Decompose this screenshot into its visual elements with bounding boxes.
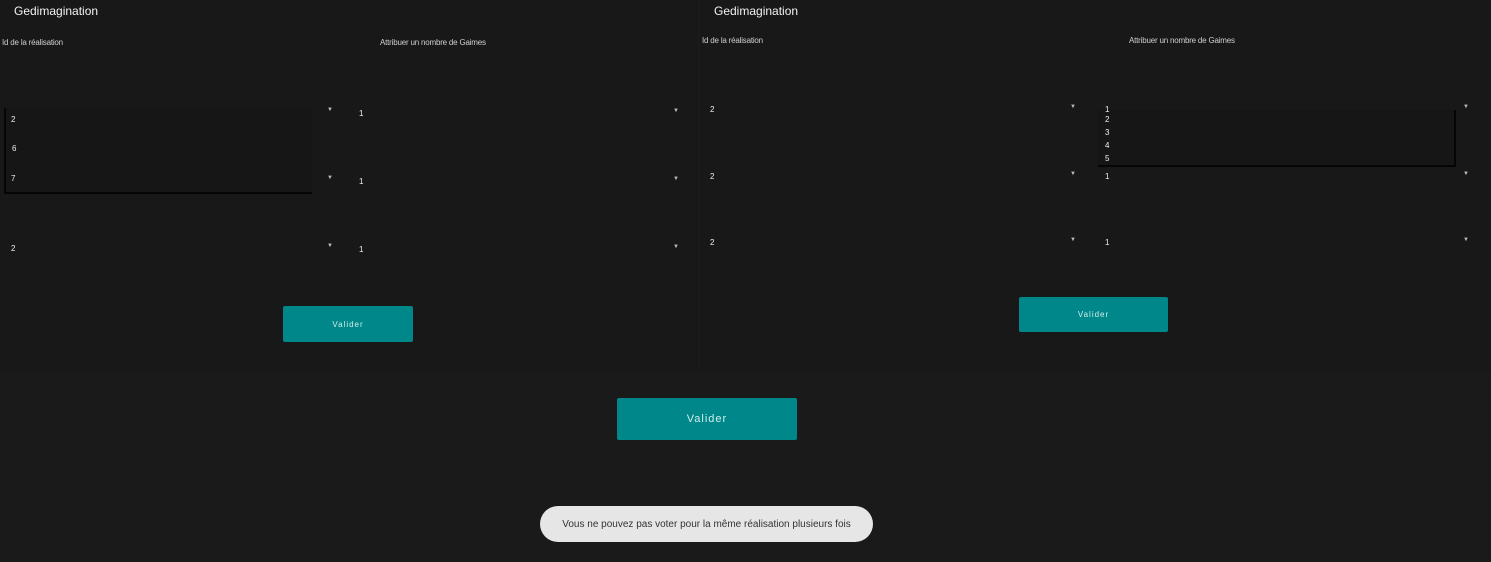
dropdown-arrow-icon: ▼ <box>327 243 333 249</box>
dropdown-option[interactable]: 5 <box>1105 154 1109 163</box>
votes-dropdown-list: 2 3 4 5 <box>1098 110 1456 167</box>
votes-column-label: Attribuer un nombre de Gaimes <box>1129 36 1235 45</box>
votes-spinner-row-3[interactable]: 1 ▼ <box>1105 236 1469 250</box>
dropdown-arrow-icon: ▼ <box>1463 171 1469 177</box>
dropdown-option[interactable]: 6 <box>12 144 16 153</box>
id-column-label: Id de la réalisation <box>2 38 63 47</box>
dropdown-arrow-icon: ▼ <box>673 176 679 182</box>
spinner-value: 1 <box>359 109 364 118</box>
dropdown-arrow-icon: ▼ <box>327 107 333 113</box>
dropdown-option[interactable]: 4 <box>1105 141 1109 150</box>
votes-spinner-row-2[interactable]: 1 ▼ <box>359 175 679 189</box>
spinner-value: 2 <box>710 238 715 247</box>
spinner-value: 7 <box>11 174 16 183</box>
spinner-value: 2 <box>710 172 715 181</box>
spinner-value: 1 <box>1105 172 1110 181</box>
submit-button[interactable]: Valider <box>283 306 413 342</box>
dropdown-arrow-icon: ▼ <box>1463 104 1469 110</box>
dropdown-arrow-icon: ▼ <box>673 108 679 114</box>
dropdown-arrow-icon: ▼ <box>1070 104 1076 110</box>
votes-spinner-row-2[interactable]: 1 ▼ <box>1105 170 1469 184</box>
dropdown-arrow-icon: ▼ <box>1463 237 1469 243</box>
dropdown-arrow-icon: ▼ <box>1070 237 1076 243</box>
left-panel: Gedimagination Id de la réalisation Attr… <box>0 0 698 372</box>
dropdown-option[interactable]: 3 <box>1105 128 1109 137</box>
spinner-value: 2 <box>710 105 715 114</box>
id-spinner-row-1[interactable]: 2 ▼ <box>710 103 1076 117</box>
votes-spinner-row-3[interactable]: 1 ▼ <box>359 243 679 257</box>
id-spinner-row-3[interactable]: 2 ▼ <box>710 236 1076 250</box>
right-panel: Gedimagination Id de la réalisation Attr… <box>700 0 1491 372</box>
submit-button[interactable]: Valider <box>1019 297 1168 332</box>
votes-spinner-row-1[interactable]: 1 ▼ <box>1105 103 1469 117</box>
id-spinner-row-2[interactable]: 7 ▼ <box>11 172 333 186</box>
spinner-value: 1 <box>1105 238 1110 247</box>
main-submit-button[interactable]: Valider <box>617 398 797 440</box>
dropdown-arrow-icon: ▼ <box>327 175 333 181</box>
app-title: Gedimagination <box>714 4 799 18</box>
id-spinner-row-2[interactable]: 2 ▼ <box>710 170 1076 184</box>
spinner-value: 1 <box>1105 105 1110 114</box>
dropdown-arrow-icon: ▼ <box>1070 171 1076 177</box>
votes-column-label: Attribuer un nombre de Gaimes <box>380 38 486 47</box>
spinner-value: 2 <box>11 244 16 253</box>
dropdown-arrow-icon: ▼ <box>673 244 679 250</box>
votes-spinner-row-1[interactable]: 1 ▼ <box>359 107 679 121</box>
app-title: Gedimagination <box>14 4 99 18</box>
spinner-value: 1 <box>359 245 364 254</box>
id-spinner-row-3[interactable]: 2 ▼ <box>11 242 333 256</box>
spinner-value: 2 <box>11 115 16 124</box>
toast-message: Vous ne pouvez pas voter pour la même ré… <box>540 506 873 542</box>
id-spinner-row-1[interactable]: 2 ▼ <box>11 107 333 127</box>
spinner-value: 1 <box>359 177 364 186</box>
id-column-label: Id de la réalisation <box>702 36 763 45</box>
